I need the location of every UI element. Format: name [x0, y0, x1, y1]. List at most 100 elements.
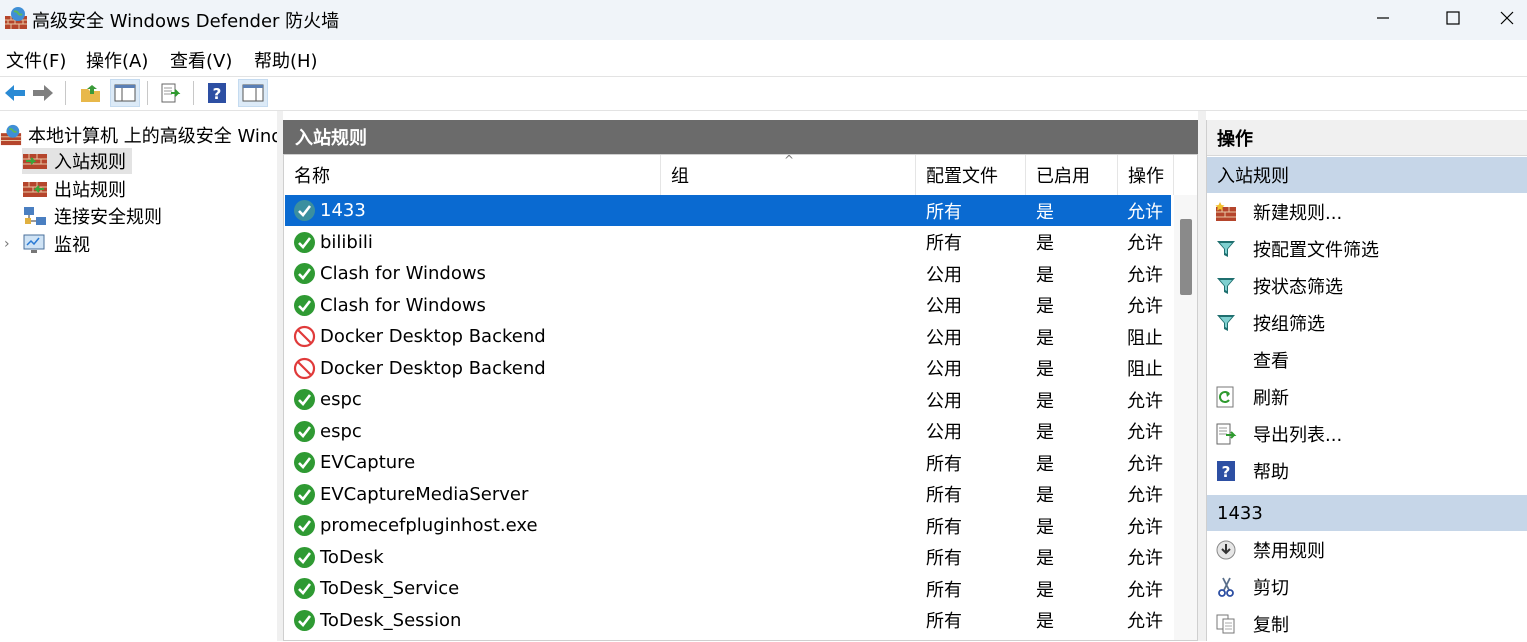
- scrollbar-thumb[interactable]: [1180, 219, 1192, 295]
- splitter[interactable]: [1198, 111, 1206, 641]
- allow-rule-icon: [293, 514, 316, 537]
- rule-name: ToDesk_Service: [320, 578, 460, 599]
- action-item[interactable]: 新建规则...: [1207, 194, 1527, 230]
- rule-row[interactable]: EVCaptureMediaServer 所有 是 允许: [285, 479, 1171, 510]
- actions-pane: 操作 入站规则 新建规则... 按配置文件筛选 按状态筛选 按组筛选 查看 刷新 导出列表.…: [1206, 120, 1527, 641]
- allow-rule-icon: [293, 388, 316, 411]
- forward-button[interactable]: [28, 79, 58, 107]
- column-header-action[interactable]: 操作: [1118, 155, 1174, 195]
- column-header-enabled[interactable]: 已启用: [1026, 155, 1118, 195]
- filter-icon: [1215, 312, 1237, 334]
- tree-root-label: 本地计算机 上的高级安全 Windows Defender 防火墙: [28, 126, 277, 147]
- tree-item-label: 监视: [54, 235, 90, 256]
- rule-enabled: 是: [1036, 611, 1054, 632]
- actions-section-header[interactable]: 入站规则: [1207, 157, 1527, 193]
- actions-section-header[interactable]: 1433: [1207, 495, 1527, 531]
- column-header-name[interactable]: 名称: [284, 155, 661, 195]
- close-icon: [1500, 11, 1514, 25]
- menu-view[interactable]: 查看(V): [170, 47, 232, 73]
- export-list-button[interactable]: [156, 79, 186, 107]
- action-item[interactable]: 禁用规则: [1207, 532, 1527, 568]
- rule-action: 允许: [1127, 548, 1163, 569]
- rule-row[interactable]: Clash for Windows 公用 是 允许: [285, 290, 1171, 321]
- rule-profile: 公用: [926, 327, 962, 349]
- rule-action: 允许: [1127, 296, 1163, 317]
- rule-name: espc: [320, 389, 362, 410]
- column-label: 名称: [294, 166, 330, 187]
- rule-row[interactable]: 1433 所有 是 允许: [285, 195, 1171, 226]
- rule-action: 允许: [1127, 201, 1163, 223]
- help-button[interactable]: ?: [202, 79, 232, 107]
- rule-profile: 所有: [926, 485, 962, 506]
- tree-item-label: 连接安全规则: [54, 207, 162, 228]
- rule-row[interactable]: ToDesk_Service 所有 是 允许: [285, 573, 1171, 604]
- tree-item-inbound-rules[interactable]: 入站规则: [22, 148, 132, 174]
- rule-profile: 公用: [926, 264, 962, 286]
- vertical-scrollbar[interactable]: [1174, 195, 1197, 640]
- rule-row[interactable]: promecefpluginhost.exe 所有 是 允许: [285, 510, 1171, 541]
- allow-rule-icon: [293, 231, 316, 254]
- block-rule-icon: [293, 325, 316, 348]
- show-hide-action-pane-button[interactable]: [238, 79, 268, 107]
- refresh-icon: [1215, 386, 1237, 408]
- show-hide-tree-button[interactable]: [110, 79, 140, 107]
- allow-rule-icon: [293, 546, 316, 569]
- export-list-icon: [1215, 423, 1237, 445]
- rule-enabled: 是: [1036, 579, 1054, 601]
- chevron-right-icon[interactable]: ›: [4, 236, 22, 252]
- rule-row[interactable]: bilibili 所有 是 允许: [285, 227, 1171, 258]
- maximize-button[interactable]: [1417, 0, 1489, 36]
- close-button[interactable]: [1487, 0, 1527, 36]
- rule-enabled: 是: [1036, 264, 1054, 286]
- action-item[interactable]: 按组筛选: [1207, 305, 1527, 341]
- help-icon: ?: [208, 83, 226, 103]
- rule-enabled: 是: [1036, 422, 1054, 443]
- rule-row[interactable]: Docker Desktop Backend 公用 是 阻止: [285, 353, 1171, 384]
- rule-action: 允许: [1127, 579, 1163, 601]
- rule-profile: 所有: [926, 516, 962, 538]
- column-header-profile[interactable]: 配置文件: [916, 155, 1026, 195]
- rule-row[interactable]: Clash for Windows 公用 是 允许: [285, 258, 1171, 289]
- menu-help[interactable]: 帮助(H): [254, 47, 318, 73]
- back-button[interactable]: [0, 79, 30, 107]
- action-label: 刷新: [1253, 388, 1289, 409]
- menu-action[interactable]: 操作(A): [86, 47, 148, 73]
- console-tree: 本地计算机 上的高级安全 Windows Defender 防火墙 入站规则 出…: [0, 111, 277, 641]
- rule-enabled: 是: [1036, 390, 1054, 412]
- rule-row[interactable]: espc 公用 是 允许: [285, 416, 1171, 447]
- menu-file[interactable]: 文件(F): [6, 47, 66, 73]
- minimize-button[interactable]: [1347, 0, 1419, 36]
- rule-enabled: 是: [1036, 201, 1054, 223]
- connection-security-icon: [24, 207, 46, 225]
- outbound-rules-icon: [23, 182, 47, 197]
- rule-row[interactable]: ToDesk_Session 所有 是 允许: [285, 605, 1171, 636]
- rule-row[interactable]: Docker Desktop Backend 公用 是 阻止: [285, 321, 1171, 352]
- cut-icon: [1215, 576, 1237, 598]
- action-item[interactable]: 导出列表...: [1207, 416, 1527, 452]
- toolbar-separator: [65, 81, 66, 105]
- action-item[interactable]: 按状态筛选: [1207, 268, 1527, 304]
- up-folder-icon: [81, 85, 100, 102]
- disable-rule-icon: [1215, 539, 1237, 561]
- tree-item-label: 入站规则: [54, 152, 126, 173]
- action-item[interactable]: 查看: [1207, 342, 1527, 378]
- tree-item-connection-security[interactable]: 连接安全规则: [22, 203, 162, 229]
- up-level-button[interactable]: [76, 79, 106, 107]
- rule-action: 允许: [1127, 485, 1163, 506]
- rule-name: Clash for Windows: [320, 294, 486, 316]
- action-item[interactable]: 按配置文件筛选: [1207, 231, 1527, 267]
- tree-item-monitoring[interactable]: › 监视: [4, 231, 90, 257]
- rule-profile: 公用: [926, 390, 962, 412]
- rule-row[interactable]: ToDesk 所有 是 允许: [285, 542, 1171, 573]
- action-item[interactable]: ? 帮助: [1207, 453, 1527, 489]
- action-item[interactable]: 剪切: [1207, 569, 1527, 605]
- action-item[interactable]: 刷新: [1207, 379, 1527, 415]
- rule-row[interactable]: EVCapture 所有 是 允许: [285, 447, 1171, 478]
- rule-row[interactable]: espc 公用 是 允许: [285, 384, 1171, 415]
- tree-item-outbound-rules[interactable]: 出站规则: [22, 176, 126, 202]
- tree-root[interactable]: 本地计算机 上的高级安全 Windows Defender 防火墙: [0, 122, 277, 148]
- action-label: 按组筛选: [1253, 314, 1325, 335]
- menu-bar: 文件(F) 操作(A) 查看(V) 帮助(H): [0, 40, 1527, 77]
- action-item[interactable]: 复制: [1207, 606, 1527, 642]
- action-label: 查看: [1253, 351, 1289, 372]
